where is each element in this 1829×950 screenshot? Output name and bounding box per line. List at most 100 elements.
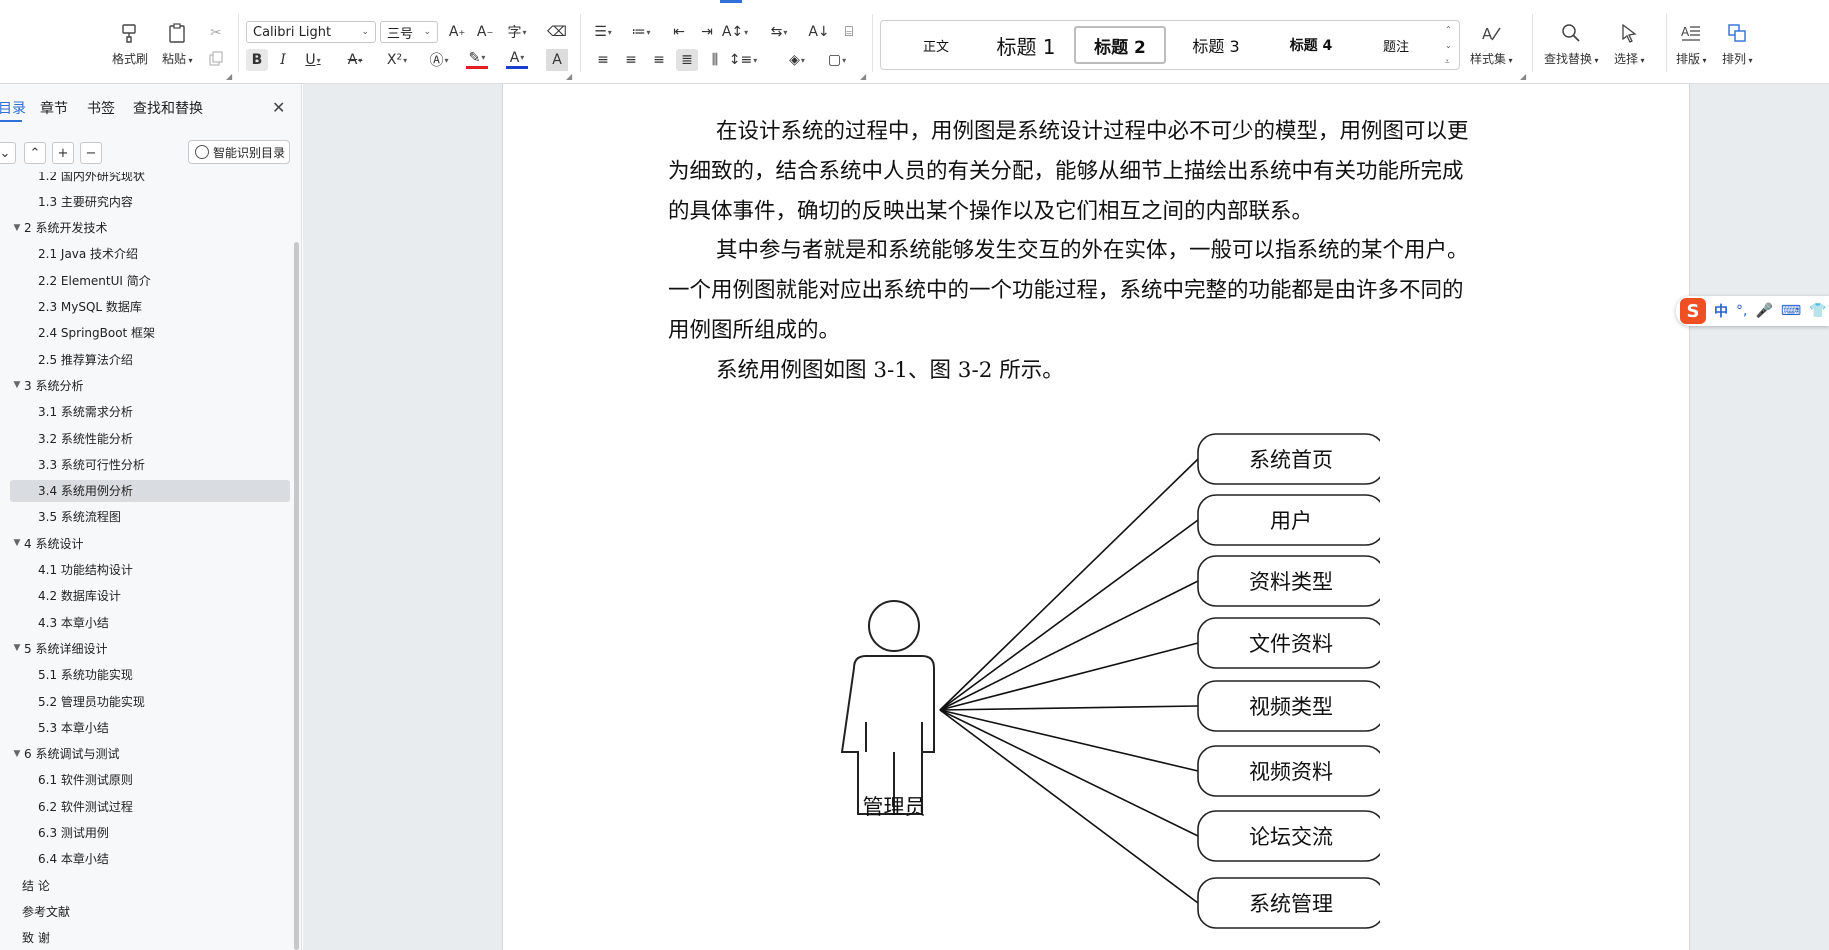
toc-item[interactable]: 2.4 SpringBoot 框架 bbox=[10, 322, 290, 344]
align-left-icon[interactable]: ≡ bbox=[592, 49, 614, 71]
decrease-indent-icon[interactable]: ⇤ bbox=[668, 21, 690, 43]
format-painter-button[interactable]: 格式刷 bbox=[112, 20, 148, 67]
style-heading-4[interactable]: 标题 4 bbox=[1266, 26, 1356, 64]
toc-item[interactable]: ▼ 6 系统调试与测试 bbox=[10, 743, 290, 765]
toc-item[interactable]: 参考文献 bbox=[10, 900, 290, 922]
distributed-align-icon[interactable]: ⫼ bbox=[704, 49, 726, 71]
toc-item[interactable]: 6.2 软件测试过程 bbox=[10, 795, 290, 817]
highlight-color-icon[interactable]: ✎ ▾ bbox=[466, 49, 488, 69]
add-icon[interactable]: + bbox=[52, 142, 74, 164]
align-right-icon[interactable]: ≡ bbox=[648, 49, 670, 71]
toc-item[interactable]: ▼ 4 系统设计 bbox=[10, 532, 290, 554]
increase-indent-icon[interactable]: ⇥ bbox=[696, 21, 718, 43]
toc-item[interactable]: 4.2 数据库设计 bbox=[10, 585, 290, 607]
tab-chapters[interactable]: 章节 bbox=[40, 98, 68, 118]
toc-item[interactable]: 6.1 软件测试原则 bbox=[10, 769, 290, 791]
caret-down-icon[interactable]: ▼ bbox=[10, 749, 24, 759]
text-direction-icon[interactable]: A↕ ▾ bbox=[722, 21, 748, 43]
cut-icon[interactable]: ✂ bbox=[205, 22, 227, 44]
strikethrough-icon[interactable]: A ▾ bbox=[344, 49, 366, 71]
more-styles-icon[interactable]: ⩡ bbox=[1445, 57, 1455, 67]
styles-dialog-launcher[interactable]: ◢ bbox=[1520, 72, 1526, 81]
bullet-list-icon[interactable]: ☰ ▾ bbox=[592, 21, 614, 43]
chevron-down-icon[interactable]: ⌄ bbox=[0, 142, 16, 164]
toc-item[interactable]: 2.2 ElementUI 简介 bbox=[10, 269, 290, 291]
character-shading-icon[interactable]: A bbox=[546, 49, 568, 71]
style-gallery-scroll[interactable]: ⌃ ⌄ ⩡ bbox=[1445, 25, 1455, 67]
arrange-button[interactable]: 排列 ▾ bbox=[1722, 20, 1753, 67]
toc-item[interactable]: 4.1 功能结构设计 bbox=[10, 559, 290, 581]
chevron-up-icon[interactable]: ⌃ bbox=[24, 142, 46, 164]
phonetic-guide-icon[interactable]: 字 ▾ bbox=[506, 21, 528, 43]
paragraph-dialog-launcher[interactable]: ◢ bbox=[860, 72, 866, 81]
toc-item[interactable]: 2.3 MySQL 数据库 bbox=[10, 296, 290, 318]
toc-item[interactable]: 致 谢 bbox=[10, 927, 290, 949]
toc-item[interactable]: 1.2 国内外研究现状 bbox=[10, 172, 290, 186]
italic-icon[interactable]: I bbox=[272, 49, 294, 71]
toc-item[interactable]: 5.2 管理员功能实现 bbox=[10, 690, 290, 712]
font-dialog-launcher[interactable]: ◢ bbox=[566, 72, 572, 81]
line-spacing-icon[interactable]: ↕≡ ▾ bbox=[729, 49, 757, 71]
text-effect-icon[interactable]: Ⓐ ▾ bbox=[428, 49, 450, 71]
align-center-icon[interactable]: ≡ bbox=[620, 49, 642, 71]
line-break-icon[interactable]: ⇆ ▾ bbox=[768, 21, 790, 43]
style-heading-1[interactable]: 标题 1 bbox=[981, 26, 1071, 64]
smart-toc-button[interactable]: 智能识别目录 bbox=[188, 140, 290, 164]
style-set-button[interactable]: A 样式集 ▾ bbox=[1470, 20, 1513, 67]
toc-item[interactable]: 3.1 系统需求分析 bbox=[10, 401, 290, 423]
toc-item[interactable]: 6.4 本章小结 bbox=[10, 848, 290, 870]
paste-button[interactable]: 粘贴 ▾ bbox=[162, 20, 193, 67]
toc-item[interactable]: ▼ 5 系统详细设计 bbox=[10, 637, 290, 659]
caret-down-icon[interactable]: ▼ bbox=[10, 643, 24, 653]
typeset-button[interactable]: A 排版 ▾ bbox=[1676, 20, 1707, 67]
shrink-font-icon[interactable]: A − bbox=[474, 21, 496, 43]
tab-find-replace[interactable]: 查找和替换 bbox=[133, 98, 203, 118]
sidebar-scrollbar[interactable] bbox=[294, 242, 299, 950]
punctuation-icon[interactable]: °, bbox=[1736, 303, 1747, 319]
ime-toolbar[interactable]: S 中 °, 🎤 ⌨ 👕 bbox=[1676, 296, 1829, 326]
chevron-up-icon[interactable]: ⌃ bbox=[1445, 25, 1455, 34]
copy-icon[interactable] bbox=[205, 48, 227, 70]
toc-item[interactable]: 1.3 主要研究内容 bbox=[10, 190, 290, 212]
skin-icon[interactable]: 👕 bbox=[1809, 303, 1826, 319]
font-size-select[interactable]: 三号 ⌄ bbox=[380, 21, 438, 43]
tab-toc[interactable]: 目录 bbox=[0, 98, 26, 118]
underline-icon[interactable]: U ▾ bbox=[302, 49, 324, 71]
caret-down-icon[interactable]: ▼ bbox=[10, 223, 24, 233]
ime-mode[interactable]: 中 bbox=[1714, 301, 1728, 321]
style-heading-2[interactable]: 标题 2 bbox=[1074, 26, 1166, 64]
superscript-icon[interactable]: X² ▾ bbox=[386, 49, 408, 71]
chevron-down-icon[interactable]: ⌄ bbox=[1445, 41, 1455, 50]
toc-item[interactable]: 3.5 系统流程图 bbox=[10, 506, 290, 528]
tab-bookmarks[interactable]: 书签 bbox=[87, 98, 115, 118]
borders-icon[interactable]: ▢ ▾ bbox=[826, 49, 848, 71]
justify-icon[interactable]: ≣ bbox=[676, 49, 698, 71]
toc-item[interactable]: ▼ 2 系统开发技术 bbox=[10, 217, 290, 239]
toc-item[interactable]: 6.3 测试用例 bbox=[10, 822, 290, 844]
clipboard-dialog-launcher[interactable]: ◢ bbox=[226, 72, 232, 81]
find-replace-button[interactable]: 查找替换 ▾ bbox=[1544, 20, 1599, 67]
style-heading-3[interactable]: 标题 3 bbox=[1171, 26, 1261, 64]
toc-item[interactable]: 2.5 推荐算法介绍 bbox=[10, 348, 290, 370]
toc-item[interactable]: 5.3 本章小结 bbox=[10, 716, 290, 738]
remove-icon[interactable]: − bbox=[80, 142, 102, 164]
caret-down-icon[interactable]: ▼ bbox=[10, 538, 24, 548]
toc-item[interactable]: 3.2 系统性能分析 bbox=[10, 427, 290, 449]
font-color-icon[interactable]: A ▾ bbox=[506, 49, 528, 69]
close-icon[interactable]: ✕ bbox=[272, 98, 285, 117]
microphone-icon[interactable]: 🎤 bbox=[1755, 303, 1772, 319]
toc-item[interactable]: 4.3 本章小结 bbox=[10, 611, 290, 633]
toc-item[interactable]: 3.4 系统用例分析 bbox=[10, 479, 290, 502]
keyboard-icon[interactable]: ⌨ bbox=[1781, 303, 1801, 319]
toc-item[interactable]: 3.3 系统可行性分析 bbox=[10, 453, 290, 475]
numbered-list-icon[interactable]: ≔ ▾ bbox=[630, 21, 652, 43]
bold-icon[interactable]: B bbox=[246, 49, 268, 71]
toc-item[interactable]: ▼ 3 系统分析 bbox=[10, 374, 290, 396]
toc-item[interactable]: 5.1 系统功能实现 bbox=[10, 664, 290, 686]
clear-format-icon[interactable]: ⌫ bbox=[546, 21, 568, 43]
font-name-select[interactable]: Calibri Light ⌄ bbox=[246, 21, 376, 43]
grow-font-icon[interactable]: A + bbox=[446, 21, 468, 43]
toc-item[interactable]: 结 论 bbox=[10, 874, 290, 896]
caret-down-icon[interactable]: ▼ bbox=[10, 380, 24, 390]
sort-icon[interactable]: A↓ bbox=[808, 21, 830, 43]
